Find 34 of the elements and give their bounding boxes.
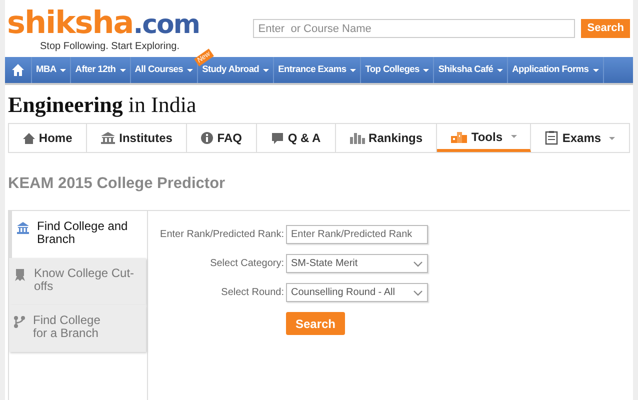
institution-icon (101, 132, 116, 144)
side-tab[interactable]: Know College Cut- offs (9, 258, 146, 305)
award-icon (14, 269, 26, 281)
clipboard-icon (545, 131, 558, 145)
info-icon (201, 132, 214, 144)
bar-chart-icon (350, 132, 365, 144)
chevron-icon (413, 260, 423, 266)
dropdown[interactable]: Counselling Round - All (286, 283, 428, 302)
dropdown[interactable]: SM-State Merit (286, 254, 428, 273)
nav-menu-item[interactable]: MBA (32, 57, 72, 83)
search-button[interactable]: Search (581, 19, 630, 38)
field-label: Enter Rank/Predicted Rank: (159, 228, 284, 242)
speech-bubble-icon (270, 132, 284, 144)
branch-icon (14, 316, 25, 328)
nav-menu-item[interactable]: Shiksha Café (434, 57, 508, 83)
chevron-icon (413, 290, 423, 296)
tab[interactable]: Tools (437, 124, 532, 152)
institution-icon (17, 222, 29, 234)
tagline: Stop Following. Start Exploring. (39, 41, 181, 52)
nav-menu-item[interactable]: After 12th (71, 57, 131, 83)
nav-menu-item[interactable]: Entrance Exams (274, 57, 362, 83)
logo[interactable]: shiksha.com (7, 8, 200, 40)
nav-menu-item[interactable]: Top Colleges (361, 57, 434, 83)
search-field[interactable]: Enter or Course Name (253, 19, 576, 38)
search-button[interactable]: Search (286, 312, 345, 335)
side-tab[interactable]: Find College for a Branch (9, 305, 146, 352)
rank-input[interactable]: Enter Rank/Predicted Rank (286, 225, 428, 244)
field-label: Select Round: (220, 286, 284, 300)
page-title: Engineering in India (7, 91, 196, 118)
buildings-icon (451, 130, 468, 143)
section-heading: KEAM 2015 College Predictor (7, 174, 226, 193)
nav-menu-item[interactable]: Application Forms (508, 57, 604, 83)
field-label: Select Category: (209, 257, 284, 271)
home-icon (22, 132, 35, 144)
